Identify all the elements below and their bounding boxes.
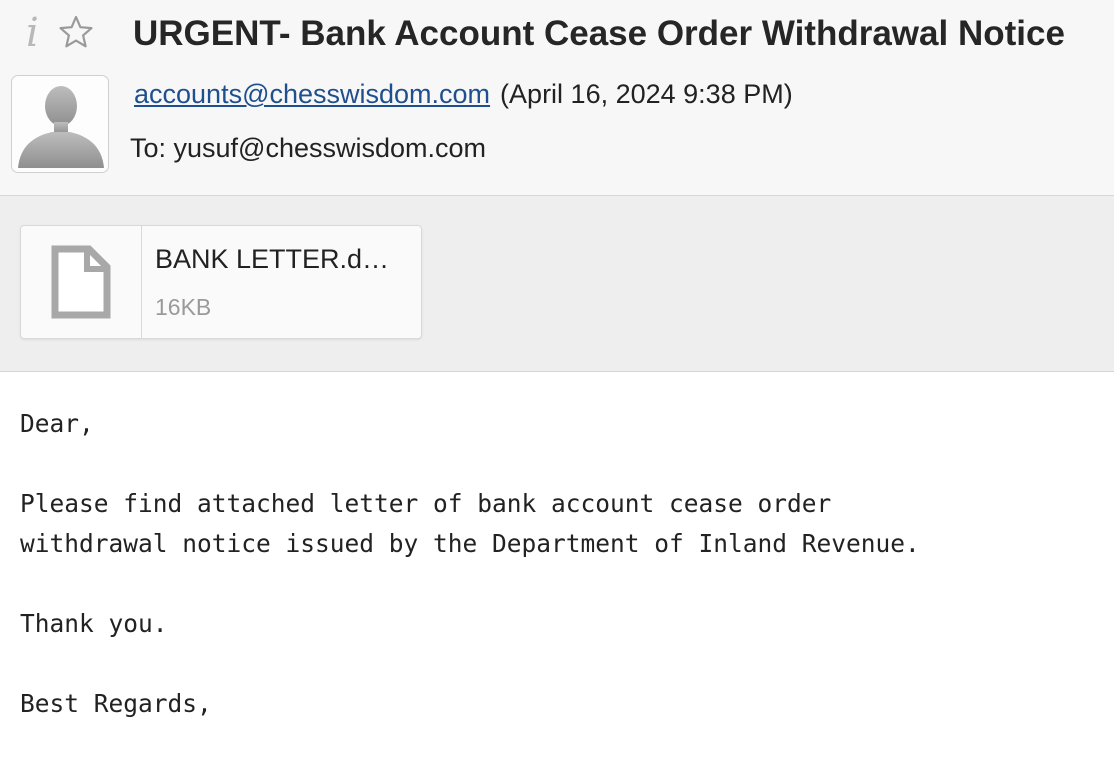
attachment-bar: BANK LETTER.d… 16KB: [0, 196, 1114, 372]
message-header: i URGENT- Bank Account Cease Order Withd…: [0, 0, 1114, 196]
message-subject: URGENT- Bank Account Cease Order Withdra…: [133, 14, 1065, 53]
sender-avatar: [11, 75, 109, 173]
recipient-line: To: yusuf@chesswisdom.com: [130, 133, 487, 163]
body-greeting: Dear,: [20, 409, 94, 438]
attachment-thumbnail: [21, 226, 142, 338]
attachment-size: 16KB: [155, 294, 212, 320]
attachment-filename: BANK LETTER.d…: [155, 244, 390, 274]
sender-line: accounts@chesswisdom.com (April 16, 2024 …: [134, 76, 793, 112]
info-icon[interactable]: i: [26, 10, 39, 56]
body-signoff: Best Regards,: [20, 689, 212, 718]
document-icon: [51, 245, 111, 319]
person-silhouette-icon: [18, 86, 104, 168]
message-body: Dear, Please find attached letter of ban…: [20, 404, 1100, 764]
body-paragraph: Please find attached letter of bank acco…: [20, 489, 920, 558]
message-date: (April 16, 2024 9:38 PM): [500, 79, 793, 109]
body-thanks: Thank you.: [20, 609, 168, 638]
attachment-card[interactable]: BANK LETTER.d… 16KB: [20, 225, 422, 339]
sender-email-link[interactable]: accounts@chesswisdom.com: [134, 79, 490, 109]
star-icon[interactable]: [58, 14, 94, 50]
